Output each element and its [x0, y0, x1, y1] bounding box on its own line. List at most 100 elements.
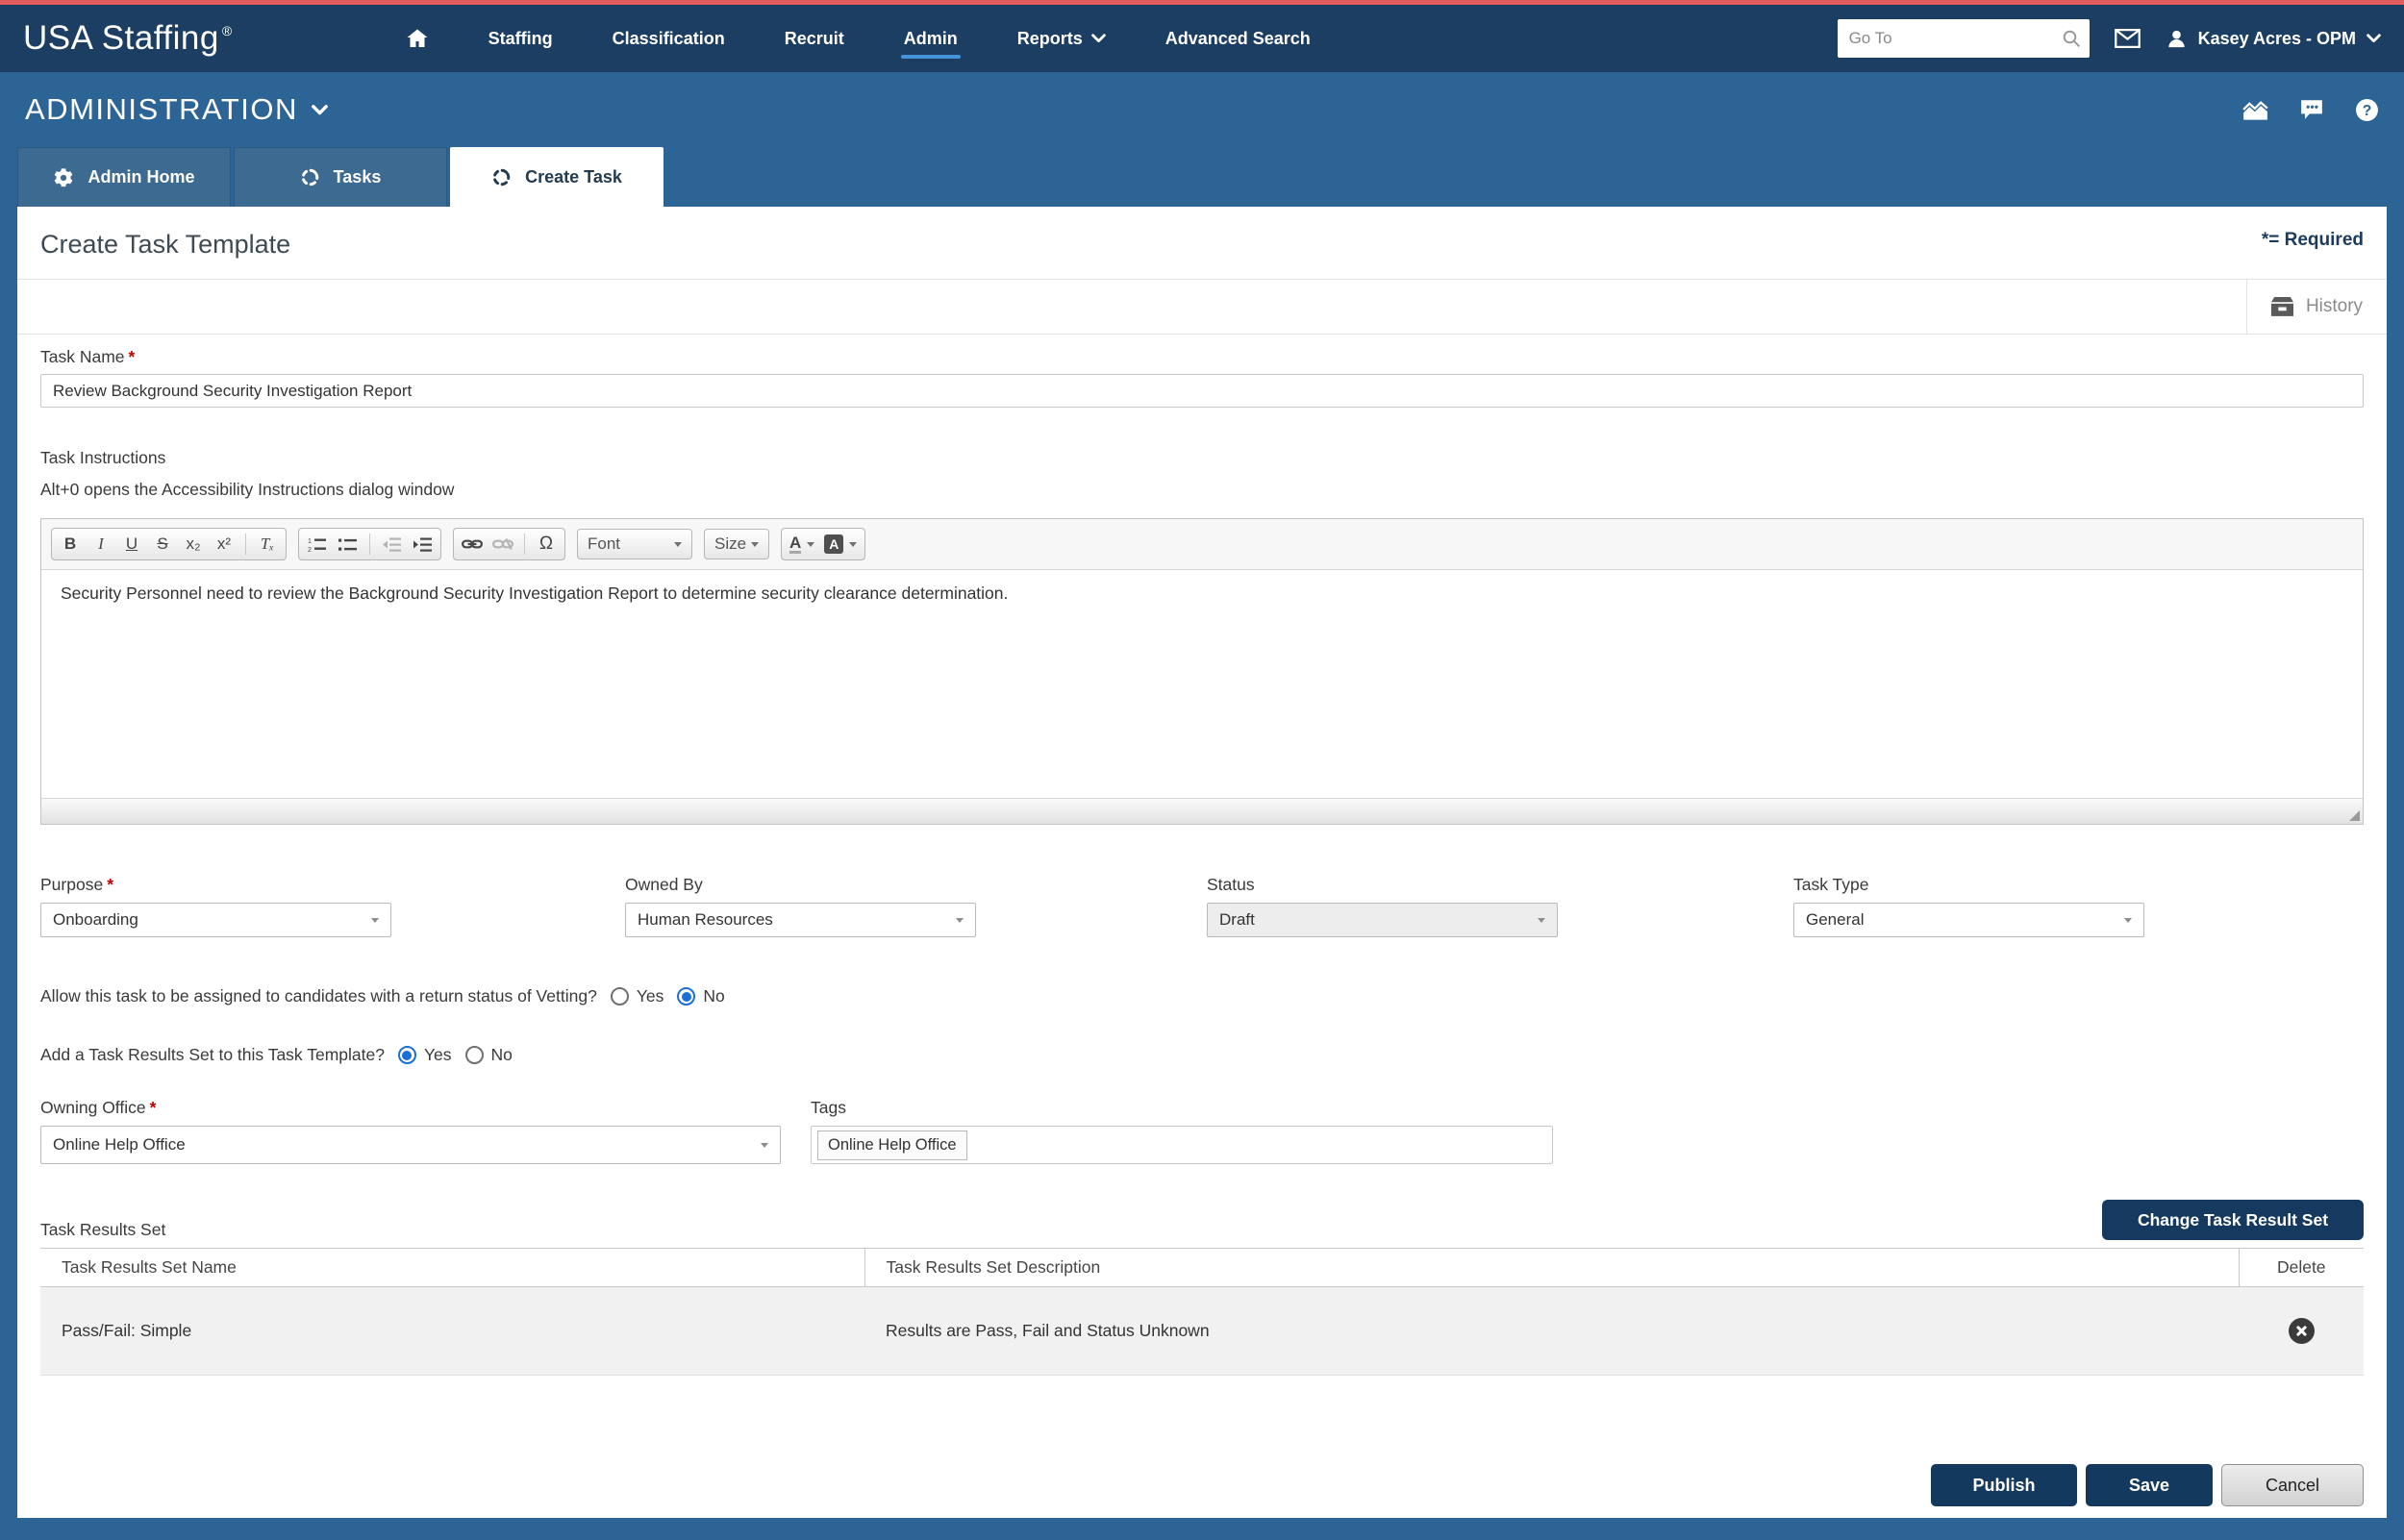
- table-row: Pass/Fail: Simple Results are Pass, Fail…: [40, 1287, 2364, 1376]
- search-icon[interactable]: [2062, 29, 2081, 53]
- create-task-panel: Create Task Template *= Required History…: [17, 207, 2387, 1518]
- owned-by-select[interactable]: Human Resources: [625, 903, 976, 937]
- editor-text: Security Personnel need to review the Ba…: [61, 584, 2343, 604]
- background-color-button[interactable]: A: [820, 531, 861, 558]
- page-title: Create Task Template: [40, 230, 290, 260]
- tab-admin-home[interactable]: Admin Home: [17, 147, 231, 207]
- user-menu[interactable]: Kasey Acres - OPM: [2166, 28, 2381, 50]
- resize-handle[interactable]: [2349, 810, 2360, 821]
- status-select: Draft: [1207, 903, 1558, 937]
- tab-create-task[interactable]: Create Task: [450, 147, 664, 207]
- results-section-header: Task Results Set Change Task Result Set: [40, 1200, 2364, 1240]
- house-icon: [406, 27, 429, 50]
- home-icon[interactable]: [406, 10, 429, 67]
- administration-menu[interactable]: ADMINISTRATION: [25, 92, 328, 127]
- chevron-down-icon: [956, 918, 964, 923]
- mail-icon[interactable]: [2115, 29, 2141, 48]
- user-icon: [2166, 28, 2188, 50]
- text-color-button[interactable]: A: [786, 531, 818, 558]
- panel-header: Create Task Template *= Required: [17, 207, 2387, 260]
- delete-row-icon[interactable]: [2289, 1318, 2315, 1344]
- vetting-no-label: No: [703, 986, 724, 1006]
- chevron-down-icon: [674, 542, 682, 547]
- task-name-field: Task Name*: [40, 347, 2364, 408]
- comment-icon[interactable]: [2299, 98, 2324, 121]
- vetting-no-radio[interactable]: [677, 987, 695, 1006]
- toolbar-divider: [524, 534, 525, 555]
- tags-field: Tags Online Help Office: [811, 1098, 1553, 1164]
- results-yes-radio[interactable]: [398, 1046, 416, 1064]
- results-no-label: No: [491, 1045, 513, 1065]
- top-navigation-bar: USA Staffing® Staffing Classification Re…: [0, 5, 2404, 72]
- create-task-form: Task Name* Task Instructions Alt+0 opens…: [17, 347, 2387, 1506]
- chevron-down-icon: [849, 542, 857, 547]
- font-select-label: Font: [588, 534, 620, 554]
- cancel-button[interactable]: Cancel: [2221, 1464, 2364, 1506]
- nav-classification[interactable]: Classification: [613, 12, 725, 66]
- chevron-down-icon: [312, 105, 328, 115]
- user-name: Kasey Acres - OPM: [2198, 29, 2356, 49]
- tags-input[interactable]: Online Help Office: [811, 1126, 1553, 1164]
- goto-input[interactable]: [1838, 19, 2090, 58]
- task-type-field: Task Type General: [1793, 875, 2144, 937]
- purpose-field: Purpose* Onboarding: [40, 875, 391, 937]
- task-type-value: General: [1806, 910, 1864, 930]
- bold-button[interactable]: B: [56, 531, 85, 558]
- purpose-select[interactable]: Onboarding: [40, 903, 391, 937]
- superscript-button[interactable]: x²: [210, 531, 238, 558]
- link-icon[interactable]: [458, 531, 487, 558]
- logo-text: USA Staffing: [23, 19, 219, 58]
- tab-tasks[interactable]: Tasks: [234, 147, 447, 207]
- tag-chip[interactable]: Online Help Office: [817, 1130, 967, 1160]
- nav-advanced-search[interactable]: Advanced Search: [1165, 12, 1311, 66]
- indent-icon[interactable]: [408, 531, 437, 558]
- goto-search: [1838, 19, 2090, 58]
- bullet-list-icon[interactable]: [334, 531, 363, 558]
- italic-button[interactable]: I: [87, 531, 115, 558]
- tab-label: Admin Home: [88, 167, 194, 187]
- results-yes-label: Yes: [424, 1045, 452, 1065]
- subscript-button[interactable]: x₂: [179, 531, 208, 558]
- svg-text:1: 1: [308, 538, 312, 545]
- administration-bar: ADMINISTRATION ?: [0, 72, 2404, 147]
- remove-format-button[interactable]: Tₓ: [253, 531, 282, 558]
- purpose-value: Onboarding: [53, 910, 138, 930]
- tab-label: Create Task: [525, 167, 622, 187]
- change-task-result-set-button[interactable]: Change Task Result Set: [2102, 1200, 2364, 1240]
- font-select[interactable]: Font: [577, 529, 692, 559]
- strikethrough-button[interactable]: S: [148, 531, 177, 558]
- task-type-select[interactable]: General: [1793, 903, 2144, 937]
- nav-staffing[interactable]: Staffing: [488, 12, 553, 66]
- adminbar-icons: ?: [2242, 98, 2379, 122]
- status-label: Status: [1207, 875, 1558, 895]
- editor-toolbar: B I U S x₂ x² Tₓ 12: [41, 519, 2363, 570]
- chevron-down-icon: [751, 542, 759, 547]
- special-character-button[interactable]: Ω: [532, 531, 561, 558]
- create-task-icon: [491, 167, 512, 187]
- owning-office-select[interactable]: Online Help Office: [40, 1126, 781, 1164]
- underline-button[interactable]: U: [117, 531, 146, 558]
- text-style-group: B I U S x₂ x² Tₓ: [51, 528, 287, 560]
- toolbar-divider: [245, 534, 246, 555]
- editor-content[interactable]: Security Personnel need to review the Ba…: [41, 570, 2363, 798]
- list-indent-group: 12: [298, 528, 441, 560]
- ordered-list-icon[interactable]: 12: [303, 531, 332, 558]
- usa-staffing-logo[interactable]: USA Staffing®: [23, 19, 233, 58]
- help-icon[interactable]: ?: [2355, 98, 2379, 122]
- vetting-yes-radio[interactable]: [611, 987, 629, 1006]
- publish-button[interactable]: Publish: [1931, 1464, 2077, 1506]
- save-button[interactable]: Save: [2086, 1464, 2213, 1506]
- form-actions: Publish Save Cancel: [40, 1464, 2364, 1506]
- size-select[interactable]: Size: [704, 529, 769, 559]
- tags-label: Tags: [811, 1098, 1553, 1118]
- toolbar-divider: [369, 534, 370, 555]
- history-button[interactable]: History: [2246, 280, 2387, 334]
- nav-recruit[interactable]: Recruit: [785, 12, 844, 66]
- nav-reports[interactable]: Reports: [1017, 12, 1106, 66]
- task-type-label: Task Type: [1793, 875, 2144, 895]
- results-no-radio[interactable]: [465, 1046, 484, 1064]
- nav-admin[interactable]: Admin: [904, 12, 958, 66]
- task-name-input[interactable]: [40, 374, 2364, 408]
- main-navigation: Staffing Classification Recruit Admin Re…: [406, 10, 1311, 67]
- chart-icon[interactable]: [2242, 99, 2268, 121]
